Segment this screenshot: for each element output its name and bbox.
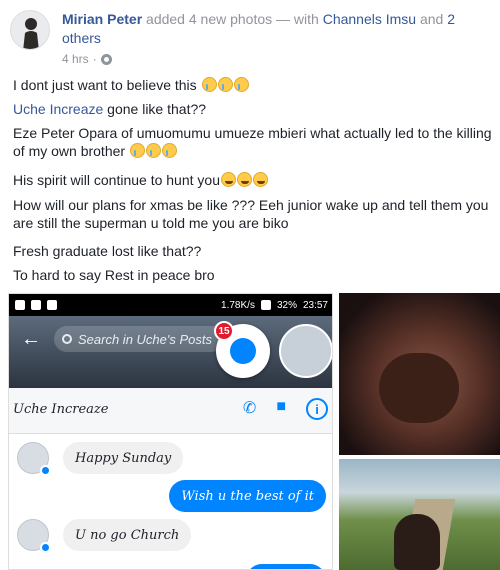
search-placeholder: Search in Uche's Posts: [78, 331, 212, 347]
status-time: 23:57: [302, 299, 328, 311]
incoming-message: Happy Sunday: [63, 442, 184, 474]
mention-link[interactable]: Uche Increaze: [13, 101, 103, 117]
photo-subject: [394, 514, 440, 570]
notification-icon: [15, 300, 25, 310]
conversation-actions: ✆ ■ i: [243, 398, 328, 420]
tagged-page-link[interactable]: Channels Imsu: [323, 11, 416, 27]
messenger-dot-icon: [40, 542, 51, 553]
crying-emoji-icon: [145, 143, 161, 158]
author-line: Mirian Peter added 4 new photos — with C…: [62, 10, 482, 48]
chat-head-avatar: [279, 324, 332, 378]
post-action: added 4 new photos — with: [146, 11, 319, 27]
messenger-icon: [230, 338, 256, 364]
messenger-dot-icon: [40, 465, 51, 476]
post-meta: 4 hrs ·: [62, 52, 112, 66]
contact-avatar: [17, 442, 51, 476]
globe-icon[interactable]: [100, 53, 112, 65]
crying-emoji-icon: [217, 77, 233, 92]
crying-emoji-icon: [233, 77, 249, 92]
post-time[interactable]: 4 hrs: [62, 52, 89, 66]
post-line: I dont just want to believe this: [13, 76, 493, 94]
info-icon: i: [306, 398, 328, 420]
photo-grid: 1.78K/s 32% 23:57 ← Search in Uche's Pos…: [8, 293, 500, 570]
outgoing-message: Wish u the best of it: [169, 480, 326, 512]
video-icon: ■: [276, 398, 286, 415]
photo-thumbnail[interactable]: [339, 459, 500, 570]
message-thread: Happy Sunday Wish u the best of it U no …: [9, 434, 332, 569]
status-speed: 1.78K/s: [221, 299, 255, 311]
post-line: Uche Increaze gone like that??: [13, 101, 207, 117]
unread-badge: 15: [214, 321, 234, 341]
post-line: How will our plans for xmas be like ??? …: [13, 197, 489, 231]
status-bar: 1.78K/s 32% 23:57: [9, 294, 332, 316]
search-icon: [62, 334, 72, 344]
and-text: and: [419, 11, 444, 27]
author-name[interactable]: Mirian Peter: [62, 11, 142, 27]
post-line: Eze Peter Opara of umuomumu umueze mbier…: [13, 125, 492, 159]
signal-icon: [260, 300, 271, 310]
incoming-message: U no go Church: [63, 519, 192, 551]
post-line: His spirit will continue to hunt you: [13, 171, 493, 189]
crying-emoji-icon: [161, 143, 177, 158]
notification-icon: [47, 300, 57, 310]
grinning-emoji-icon: [237, 172, 252, 187]
post-header: Mirian Peter added 4 new photos — with C…: [10, 8, 490, 68]
photo-thumbnail[interactable]: [339, 293, 500, 455]
photo-screenshot[interactable]: 1.78K/s 32% 23:57 ← Search in Uche's Pos…: [8, 293, 333, 570]
crying-emoji-icon: [129, 143, 145, 158]
author-avatar[interactable]: [10, 10, 50, 50]
notification-icon: [31, 300, 41, 310]
back-arrow-icon: ←: [21, 328, 41, 350]
photo-subject: [379, 353, 459, 423]
search-box: Search in Uche's Posts: [54, 326, 224, 352]
conversation-name: Uche Increaze: [13, 402, 109, 417]
meta-separator: ·: [92, 52, 97, 66]
phone-icon: ✆: [242, 400, 257, 417]
grinning-emoji-icon: [221, 172, 236, 187]
contact-avatar: [17, 519, 51, 553]
outgoing-message-partial: [246, 564, 326, 569]
crying-emoji-icon: [201, 77, 217, 92]
status-battery: 32%: [276, 299, 297, 311]
post-line: Fresh graduate lost like that??: [13, 243, 202, 259]
conversation-header: Uche Increaze ✆ ■ i: [9, 388, 332, 434]
post-line: To hard to say Rest in peace bro: [13, 267, 215, 283]
grinning-emoji-icon: [253, 172, 268, 187]
